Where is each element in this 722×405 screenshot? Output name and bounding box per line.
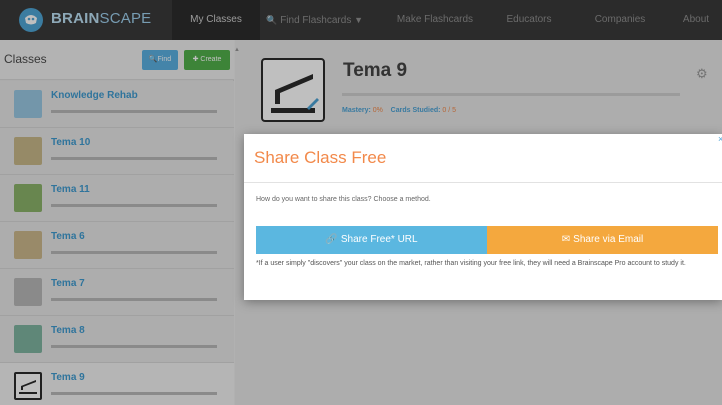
share-footnote: *If a user simply "discovers" your class… xyxy=(256,260,686,267)
link-icon: 🔗 xyxy=(325,234,338,245)
close-icon[interactable]: × xyxy=(718,134,722,144)
share-via-email-button[interactable]: ✉ Share via Email xyxy=(487,226,718,254)
modal-title: Share Class Free xyxy=(254,148,387,167)
share-class-modal: Share Class Free × How do you want to sh… xyxy=(244,134,722,300)
divider xyxy=(244,182,722,183)
share-question: How do you want to share this class? Cho… xyxy=(256,196,431,203)
envelope-icon: ✉ xyxy=(561,234,571,245)
share-free-url-button[interactable]: 🔗 Share Free* URL xyxy=(256,226,487,254)
